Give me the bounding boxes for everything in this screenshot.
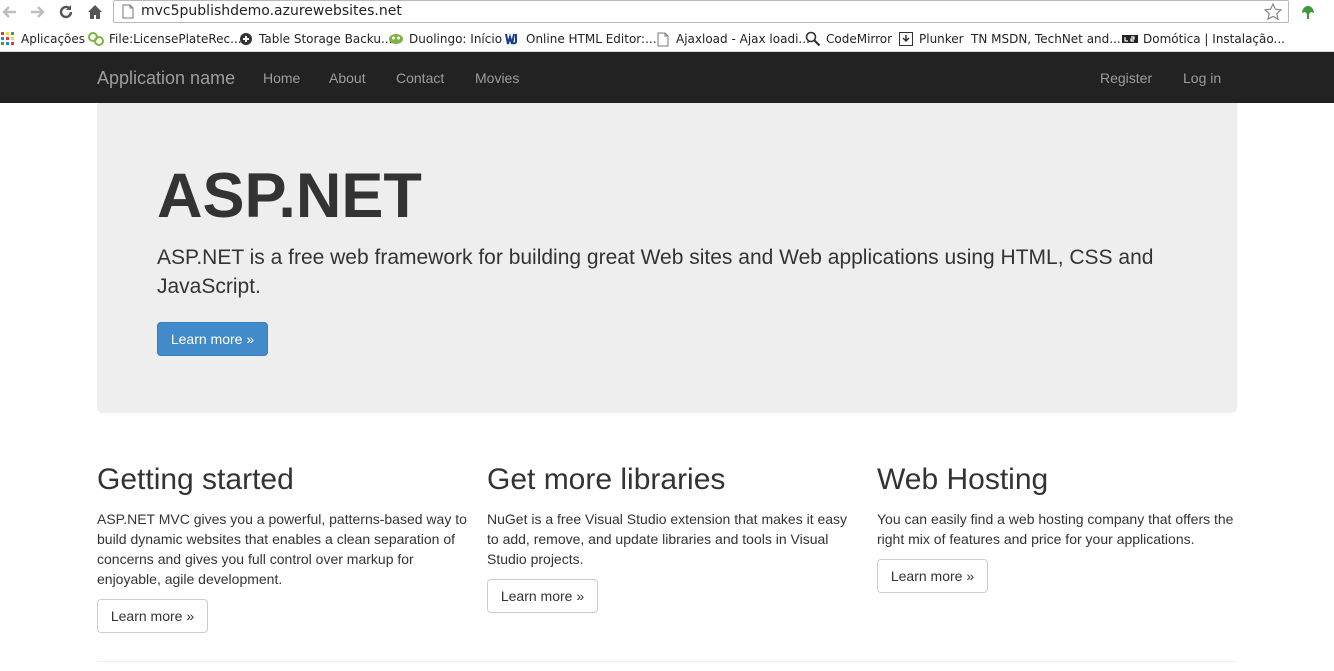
column-title: Getting started (97, 463, 294, 496)
libraries-learn-more-button[interactable]: Learn more » (487, 579, 598, 613)
nav-movies[interactable]: Movies (475, 70, 519, 86)
column-text: ASP.NET MVC gives you a powerful, patter… (97, 511, 467, 587)
bookmark-ajaxload[interactable]: Ajaxload - Ajax loadi... (655, 30, 810, 48)
bookmark-label: File:LicensePlateRec... (109, 32, 242, 46)
browser-toolbar: mvc5publishdemo.azurewebsites.net (0, 0, 1334, 26)
forward-arrow-icon (31, 6, 45, 18)
footer-divider (97, 661, 1237, 662)
bookmark-duolingo[interactable]: Duolingo: Início (388, 30, 502, 48)
download-icon (898, 31, 914, 47)
apps-grid-icon (0, 31, 16, 47)
nav-about[interactable]: About (329, 70, 366, 86)
bookmark-label: Online HTML Editor:... (526, 32, 657, 46)
jumbotron-title: ASP.NET (157, 161, 422, 231)
bookmark-license-plate[interactable]: File:LicensePlateRec... (88, 30, 242, 48)
bookmark-msdn[interactable]: TN MSDN, TechNet and... (971, 30, 1121, 48)
back-arrow-icon (2, 6, 16, 18)
bookmark-apps[interactable]: Aplicações (0, 30, 85, 48)
jumbotron-learn-more-button[interactable]: Learn more » (157, 322, 268, 356)
magnifier-icon (805, 31, 821, 47)
site-navbar: Application name Home About Contact Movi… (0, 52, 1334, 103)
bookmark-label: Duolingo: Início (409, 32, 503, 46)
bookmark-codemirror[interactable]: CodeMirror (805, 30, 892, 48)
back-button[interactable] (0, 2, 20, 22)
bookmark-label: Ajaxload - Ajax loadi... (676, 32, 810, 46)
bookmark-label: Domótica | Instalação... (1143, 32, 1285, 46)
column-get-more-libraries: Get more libraries NuGet is a free Visua… (487, 462, 857, 613)
bookmark-table-storage[interactable]: Table Storage Backu... (238, 30, 392, 48)
page-icon (655, 31, 671, 47)
bookmark-label: Table Storage Backu... (259, 32, 393, 46)
bookmark-label: Plunker (919, 32, 964, 46)
forward-button[interactable] (27, 2, 47, 22)
reload-icon (59, 5, 73, 19)
page-icon (122, 4, 134, 19)
bookmark-label: TN MSDN, TechNet and... (971, 32, 1121, 46)
nav-home[interactable]: Home (263, 70, 300, 86)
jumbotron-lead: ASP.NET is a free web framework for buil… (157, 246, 1154, 298)
bookmark-label: Aplicações (21, 32, 86, 46)
home-icon (88, 5, 102, 19)
column-title: Get more libraries (487, 463, 726, 496)
duolingo-icon (388, 31, 404, 47)
nav-login[interactable]: Log in (1183, 70, 1221, 86)
bookmark-html-editor[interactable]: Online HTML Editor:... (505, 30, 657, 48)
hosting-learn-more-button[interactable]: Learn more » (877, 559, 988, 593)
brand-link[interactable]: Application name (97, 68, 235, 89)
getting-started-learn-more-button[interactable]: Learn more » (97, 599, 208, 633)
bookmark-label: CodeMirror (826, 32, 893, 46)
home-button[interactable] (85, 2, 105, 22)
extension-icon[interactable] (1298, 1, 1318, 21)
nav-contact[interactable]: Contact (396, 70, 444, 86)
column-text: NuGet is a free Visual Studio extension … (487, 511, 848, 567)
storage-icon (238, 31, 254, 47)
column-title: Web Hosting (877, 463, 1049, 496)
address-bar[interactable]: mvc5publishdemo.azurewebsites.net (113, 0, 1289, 23)
bookmarks-bar: Aplicações File:LicensePlateRec... Table… (0, 26, 1334, 52)
nav-register[interactable]: Register (1100, 70, 1152, 86)
url-text[interactable]: mvc5publishdemo.azurewebsites.net (141, 3, 402, 19)
column-text: You can easily find a web hosting compan… (877, 511, 1234, 547)
column-getting-started: Getting started ASP.NET MVC gives you a … (97, 462, 467, 633)
wiki-icon (88, 31, 104, 47)
bookmark-plunker[interactable]: Plunker (898, 30, 964, 48)
reload-button[interactable] (56, 2, 76, 22)
bookmark-domotica[interactable]: Domótica | Instalação... (1122, 30, 1285, 48)
bookmark-star-icon[interactable] (1263, 2, 1283, 22)
ls-icon (1122, 31, 1138, 47)
column-web-hosting: Web Hosting You can easily find a web ho… (877, 462, 1247, 593)
editor-icon (505, 31, 521, 47)
jumbotron: ASP.NET ASP.NET is a free web framework … (97, 103, 1237, 413)
